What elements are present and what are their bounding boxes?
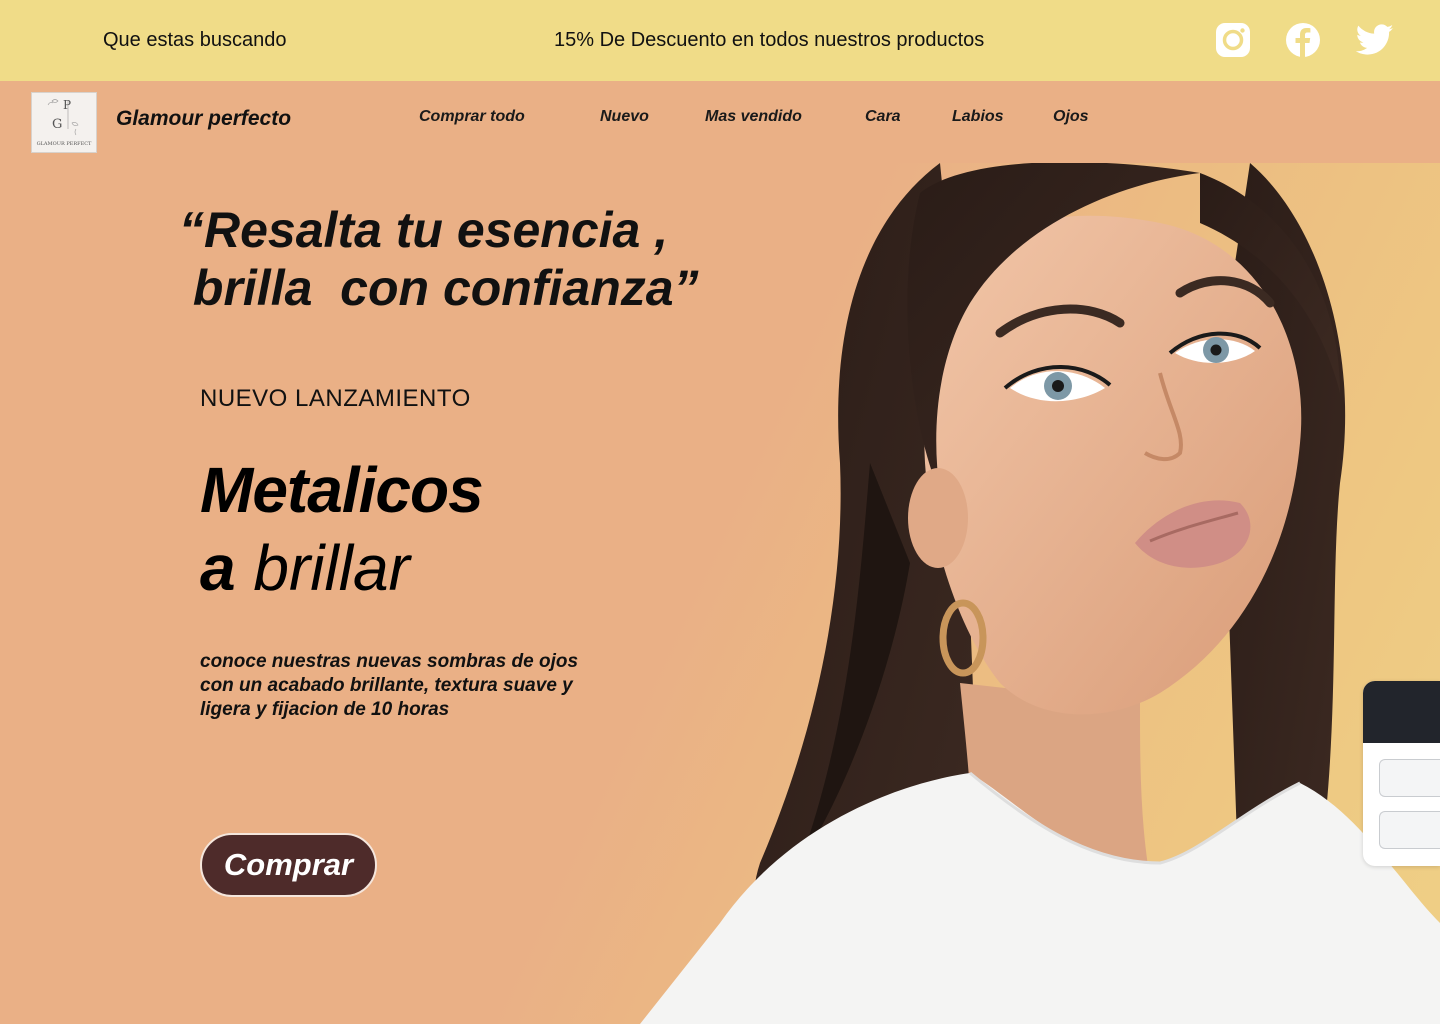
product-subheadline: a brillar [200, 531, 410, 605]
subheadline-light: brillar [253, 532, 410, 604]
twitter-icon[interactable] [1355, 20, 1395, 60]
promo-bar: Que estas buscando 15% De Descuento en t… [0, 0, 1440, 81]
hero-section: “Resalta tu esencia , brilla con confian… [0, 163, 1440, 1024]
nav-item-ojos[interactable]: Ojos [1053, 108, 1089, 126]
svg-text:GLAMOUR PERFECT: GLAMOUR PERFECT [37, 141, 92, 147]
buy-button[interactable]: Comprar [200, 833, 377, 897]
svg-text:P: P [63, 98, 71, 112]
nav-item-cara[interactable]: Cara [865, 108, 901, 126]
nav-item-mas-vendido[interactable]: Mas vendido [705, 108, 802, 126]
hero-quote-line-2: brilla con confianza” [192, 260, 699, 316]
brand-name[interactable]: Glamour perfecto [116, 107, 291, 131]
facebook-icon[interactable] [1283, 20, 1323, 60]
brand-logo[interactable]: P G GLAMOUR PERFECT [31, 92, 97, 153]
model-portrait-image [640, 163, 1440, 1024]
nav-item-labios[interactable]: Labios [952, 108, 1004, 126]
side-panel-input-1[interactable] [1379, 759, 1440, 797]
svg-text:G: G [52, 117, 62, 132]
product-headline: Metalicos [200, 454, 484, 526]
product-description: conoce nuestras nuevas sombras de ojos c… [200, 651, 579, 720]
hero-quote: “Resalta tu esencia , brilla con confian… [179, 201, 699, 317]
nav-item-comprar-todo[interactable]: Comprar todo [419, 108, 525, 126]
new-launch-label: NUEVO LANZAMIENTO [200, 385, 471, 412]
nav-item-nuevo[interactable]: Nuevo [600, 108, 649, 126]
subheadline-bold: a [200, 532, 236, 604]
hero-quote-line-1: “Resalta tu esencia , [179, 202, 669, 258]
side-panel-widget[interactable] [1363, 681, 1440, 866]
search-prompt[interactable]: Que estas buscando [103, 29, 286, 52]
side-panel-input-2[interactable] [1379, 811, 1440, 849]
side-panel-header [1363, 681, 1440, 743]
instagram-icon[interactable] [1213, 20, 1253, 60]
discount-banner: 15% De Descuento en todos nuestros produ… [554, 29, 985, 51]
main-navigation: P G GLAMOUR PERFECT Glamour perfecto Com… [0, 81, 1440, 163]
